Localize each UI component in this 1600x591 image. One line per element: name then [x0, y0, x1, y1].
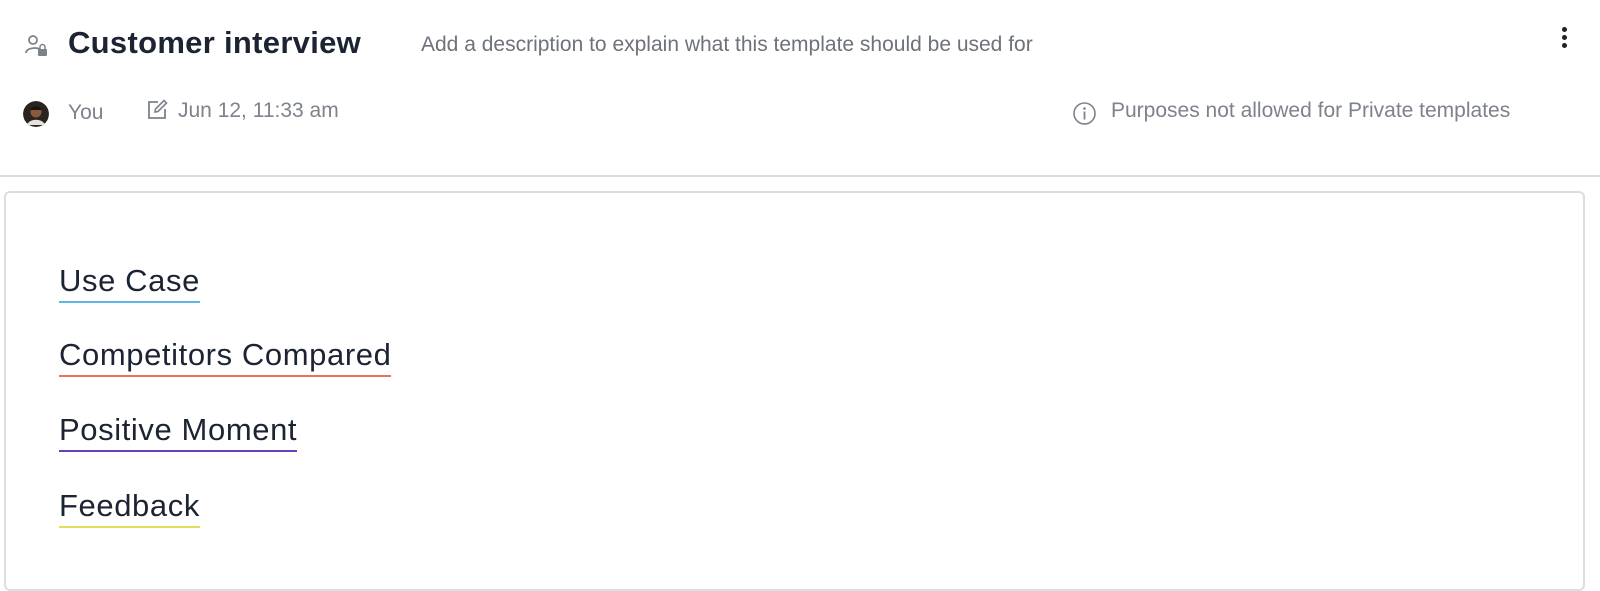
- description-field[interactable]: Add a description to explain what this t…: [421, 33, 1033, 57]
- edit-icon: [148, 99, 168, 119]
- template-sections-panel: Use Case Competitors Compared Positive M…: [4, 191, 1585, 591]
- private-user-lock-icon: [25, 35, 47, 56]
- avatar: [23, 101, 49, 127]
- info-icon: [1073, 102, 1096, 125]
- template-header: Customer interview Add a description to …: [0, 0, 1600, 177]
- purpose-note: Purposes not allowed for Private templat…: [1111, 99, 1511, 122]
- last-edited-timestamp: Jun 12, 11:33 am: [178, 99, 339, 122]
- author-name: You: [68, 101, 104, 124]
- section-feedback[interactable]: Feedback: [59, 488, 200, 528]
- section-positive-moment[interactable]: Positive Moment: [59, 412, 298, 452]
- section-competitors-compared[interactable]: Competitors Compared: [59, 337, 392, 377]
- kebab-menu-icon[interactable]: [1552, 27, 1576, 57]
- template-title[interactable]: Customer interview: [68, 25, 361, 61]
- section-use-case[interactable]: Use Case: [59, 263, 200, 303]
